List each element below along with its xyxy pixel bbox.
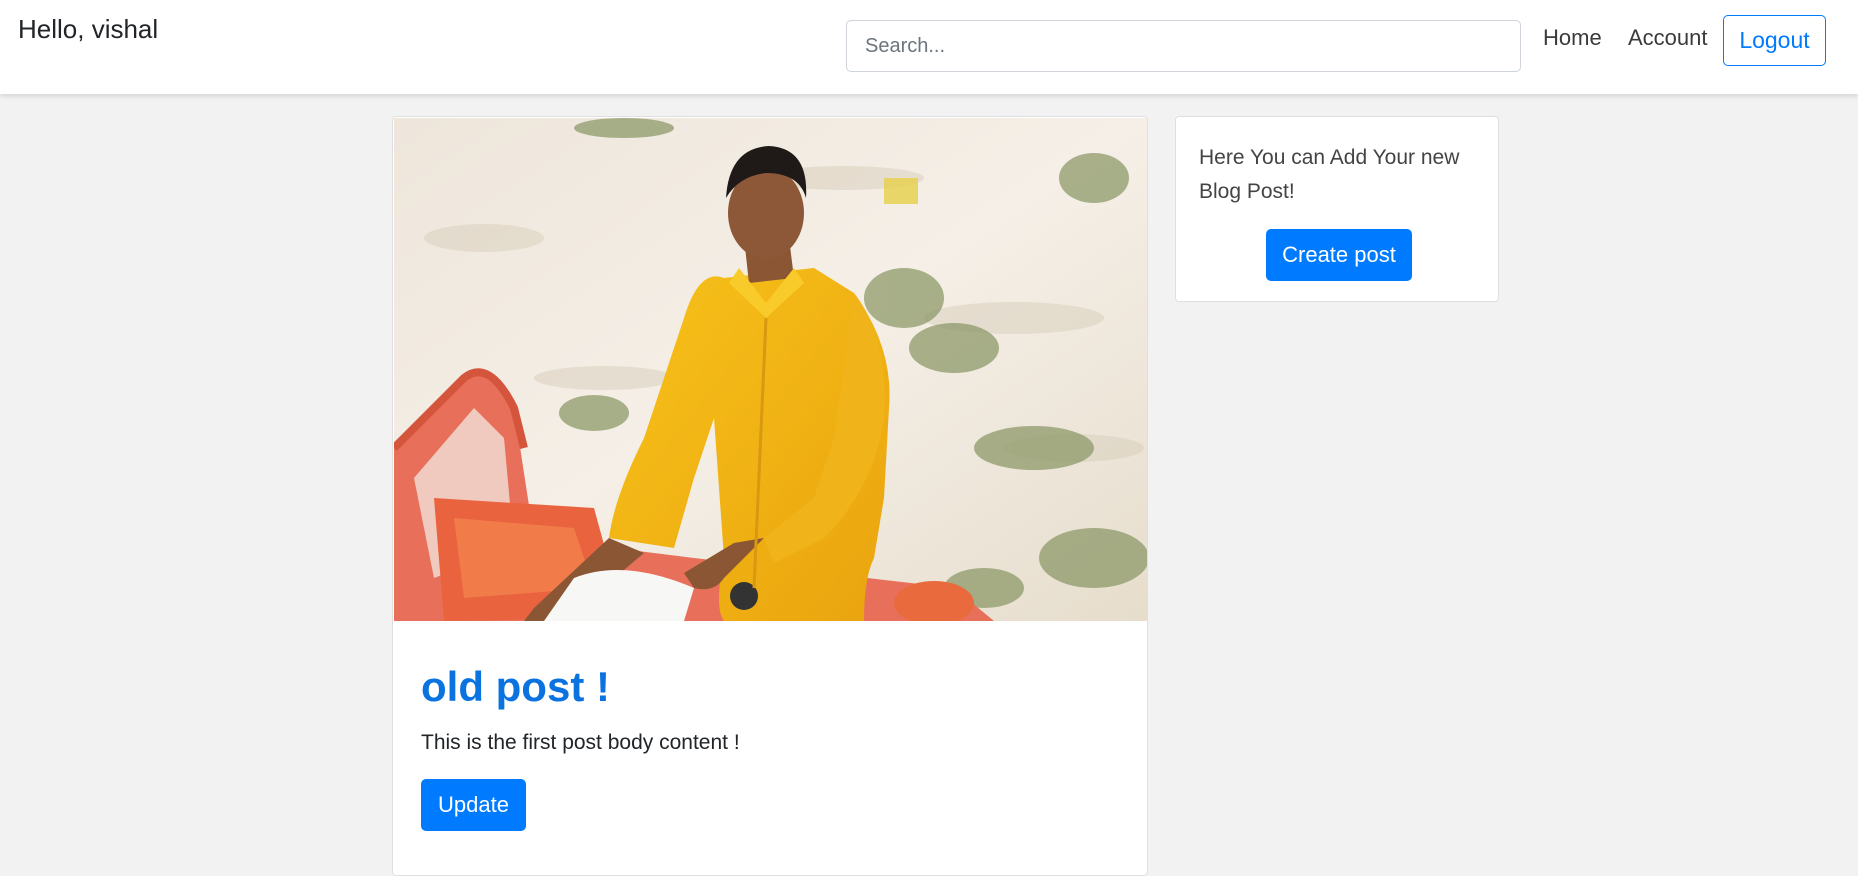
post-body: This is the first post body content ! xyxy=(421,731,740,754)
nav-account-link[interactable]: Account xyxy=(1628,25,1708,51)
update-button[interactable]: Update xyxy=(421,779,526,831)
greeting-text: Hello, vishal xyxy=(18,14,159,44)
top-navbar: Hello, vishal Home Account Logout xyxy=(0,0,1858,94)
create-post-card: Here You can Add Your new Blog Post! Cre… xyxy=(1175,116,1499,302)
create-post-button[interactable]: Create post xyxy=(1266,229,1412,281)
search-input[interactable] xyxy=(846,20,1521,72)
post-card: old post ! This is the first post body c… xyxy=(392,116,1148,876)
post-image xyxy=(394,118,1147,621)
logout-button[interactable]: Logout xyxy=(1723,15,1826,66)
create-post-description: Here You can Add Your new Blog Post! xyxy=(1199,146,1460,203)
post-title[interactable]: old post ! xyxy=(421,663,610,711)
nav-home-link[interactable]: Home xyxy=(1543,25,1602,51)
